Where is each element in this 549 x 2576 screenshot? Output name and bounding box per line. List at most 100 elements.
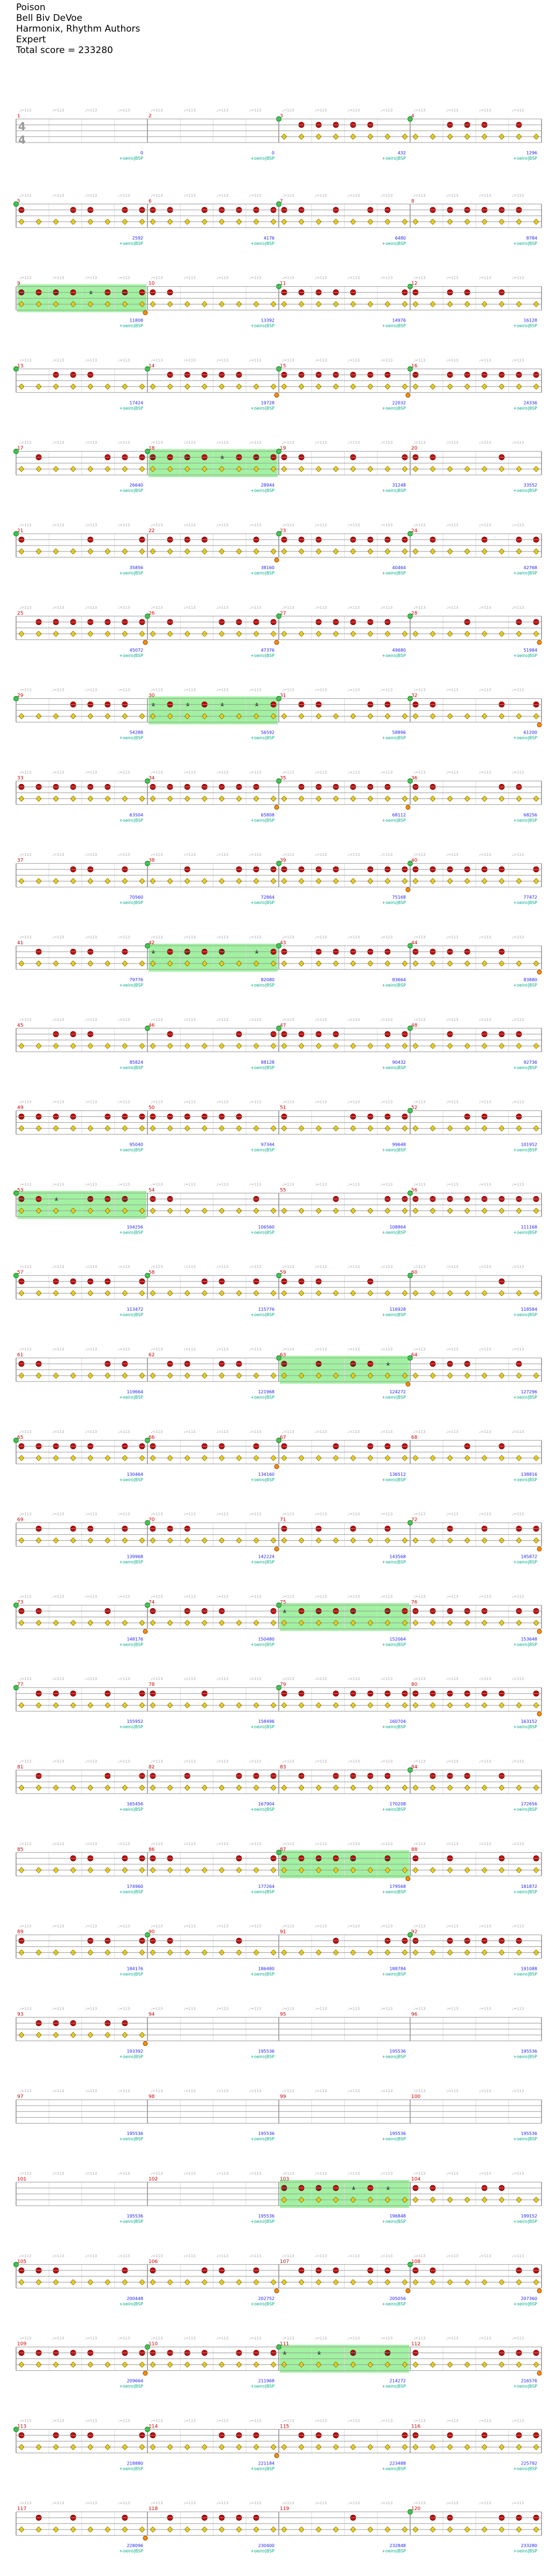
- bpm-marker: ♩=113: [446, 276, 458, 280]
- note-orange: [274, 2453, 279, 2458]
- bpm-marker: ♩=113: [217, 1265, 229, 1269]
- measure-score: 2592: [132, 236, 143, 241]
- bpm-marker: ♩=113: [381, 2089, 393, 2093]
- bpm-marker: ♩=113: [249, 2089, 262, 2093]
- section-label: +oeiro|BSP: [250, 1972, 274, 1977]
- measure-score: 68256: [524, 812, 537, 817]
- measure-score: 68112: [392, 812, 406, 817]
- section-label: +oeiro|BSP: [119, 2466, 143, 2471]
- measure-score: 193392: [127, 2049, 143, 2054]
- bpm-marker: ♩=113: [381, 1018, 393, 1022]
- bpm-marker: ♩=113: [315, 1100, 327, 1104]
- bpm-marker: ♩=113: [183, 2006, 196, 2011]
- bpm-marker: ♩=113: [446, 688, 458, 692]
- section-label: +oeiro|BSP: [250, 1065, 274, 1070]
- measure-number: 107: [280, 2259, 289, 2265]
- note-orange: [143, 2535, 148, 2541]
- bpm-marker: ♩=113: [85, 1347, 98, 1352]
- measure-score: 63504: [130, 812, 143, 817]
- bpm-marker: ♩=113: [282, 688, 294, 692]
- bpm-marker: ♩=113: [183, 440, 196, 445]
- bpm-marker: ♩=113: [217, 2501, 229, 2505]
- section-label: +oeiro|BSP: [382, 324, 406, 328]
- bpm-marker: ♩=113: [217, 1347, 229, 1352]
- bpm-marker: ♩=113: [183, 2254, 196, 2258]
- bpm-marker: ♩=113: [315, 1265, 327, 1269]
- measure-score: 82080: [261, 977, 274, 982]
- bpm-marker: ♩=113: [217, 1759, 229, 1764]
- bpm-marker: ♩=113: [512, 1677, 524, 1681]
- bpm-marker: ♩=113: [348, 1182, 360, 1186]
- measure-score: 1296: [526, 151, 537, 155]
- bpm-marker: ♩=113: [413, 1512, 426, 1517]
- bpm-marker: ♩=113: [217, 688, 229, 692]
- bpm-marker: ♩=113: [85, 1182, 98, 1186]
- measure-score: 191088: [521, 1967, 537, 1972]
- bpm-marker: ♩=113: [381, 1842, 393, 1846]
- bpm-marker: ♩=113: [52, 523, 64, 527]
- bpm-marker: ♩=113: [249, 440, 262, 445]
- section-label: +oeiro|BSP: [250, 1148, 274, 1153]
- bpm-marker: ♩=113: [381, 2254, 393, 2258]
- bpm-marker: ♩=113: [85, 2336, 98, 2341]
- section-label: +oeiro|BSP: [119, 406, 143, 410]
- measure-score: 207360: [521, 2296, 537, 2301]
- measure-score: 77472: [524, 895, 537, 900]
- bpm-marker: ♩=113: [413, 523, 426, 527]
- measure-score: 142224: [258, 1555, 274, 1559]
- measure-score: 209664: [127, 2379, 143, 2384]
- bpm-marker: ♩=113: [52, 1677, 64, 1681]
- measure-score: 11808: [130, 318, 143, 323]
- note-orange: [143, 2041, 148, 2046]
- bpm-marker: ♩=113: [85, 1512, 98, 1517]
- section-label: +oeiro|BSP: [119, 488, 143, 493]
- bpm-marker: ♩=113: [151, 2254, 163, 2258]
- bpm-marker: ♩=113: [282, 853, 294, 857]
- bpm-marker: ♩=113: [52, 935, 64, 939]
- bpm-marker: ♩=113: [381, 2501, 393, 2505]
- measure-score: 85824: [130, 1060, 143, 1065]
- measure-score: 33552: [524, 483, 537, 488]
- bpm-marker: ♩=113: [249, 1347, 262, 1352]
- section-label: +oeiro|BSP: [513, 1395, 537, 1400]
- section-label: +oeiro|BSP: [250, 2549, 274, 2553]
- bpm-marker: ♩=113: [183, 935, 196, 939]
- measure-score: 17424: [130, 400, 143, 405]
- bpm-marker: ♩=113: [52, 1924, 64, 1929]
- bpm-marker: ♩=113: [512, 1594, 524, 1599]
- bpm-marker: ♩=113: [512, 1182, 524, 1186]
- bpm-marker: ♩=113: [381, 1512, 393, 1517]
- bpm-marker: ♩=113: [217, 2254, 229, 2258]
- measure-number: 101: [17, 2177, 26, 2182]
- bpm-marker: ♩=113: [348, 358, 360, 362]
- bpm-marker: ♩=113: [315, 770, 327, 774]
- section-label: +oeiro|BSP: [513, 2384, 537, 2389]
- bpm-marker: ♩=113: [19, 1512, 32, 1517]
- section-label: +oeiro|BSP: [382, 1477, 406, 1482]
- measure-score: 153648: [521, 1637, 537, 1641]
- bpm-marker: ♩=113: [381, 606, 393, 610]
- note-orange: [405, 392, 411, 398]
- bpm-marker: ♩=113: [512, 2089, 524, 2093]
- measure-score: 195536: [389, 2131, 406, 2136]
- section-label: +oeiro|BSP: [382, 1560, 406, 1565]
- bpm-marker: ♩=113: [348, 2006, 360, 2011]
- bpm-marker: ♩=113: [446, 2336, 458, 2341]
- bpm-marker: ♩=113: [118, 1759, 130, 1764]
- section-label: +oeiro|BSP: [250, 1230, 274, 1235]
- bpm-marker: ♩=113: [512, 1265, 524, 1269]
- bpm-marker: ♩=113: [413, 440, 426, 445]
- bpm-marker: ♩=113: [85, 1018, 98, 1022]
- bpm-marker: ♩=113: [479, 853, 492, 857]
- measure-score: 230400: [258, 2543, 274, 2548]
- measure-number: 69: [17, 1518, 24, 1523]
- section-label: +oeiro|BSP: [119, 2549, 143, 2553]
- bpm-marker: ♩=113: [315, 193, 327, 198]
- measure-number: 117: [17, 2506, 26, 2512]
- bpm-marker: ♩=113: [479, 1594, 492, 1599]
- bpm-marker: ♩=113: [118, 523, 130, 527]
- bpm-marker: ♩=113: [479, 1182, 492, 1186]
- measure-number: 54: [149, 1188, 155, 1193]
- bpm-marker: ♩=113: [217, 2089, 229, 2093]
- bpm-marker: ♩=113: [183, 1347, 196, 1352]
